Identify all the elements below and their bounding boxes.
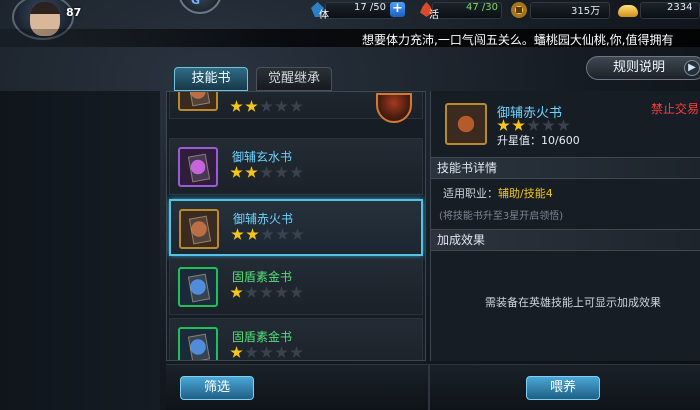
vitality-icon: 活 <box>418 1 439 21</box>
rules-button-label: 规则说明 <box>613 60 666 75</box>
star-icon <box>291 228 304 240</box>
list-item[interactable] <box>169 92 423 123</box>
star-icon <box>260 166 273 178</box>
skill-book-icon <box>178 327 218 360</box>
star-icon <box>275 346 288 358</box>
unlock-hint: (将技能书升至3星开启领悟) <box>439 211 564 222</box>
star-icon <box>275 166 288 178</box>
stamina-icon: 体 <box>309 1 329 21</box>
star-icon <box>245 100 258 112</box>
add-stamina-button[interactable]: + <box>390 2 405 17</box>
star-icon <box>275 100 288 112</box>
tab-awaken-inherit[interactable]: 觉醒继承 <box>256 67 332 91</box>
applicable-job: 适用职业：辅助/技能4 <box>443 185 553 201</box>
list-item-selected[interactable]: 御辅赤火书 <box>169 199 423 256</box>
skill-book-icon <box>178 267 218 307</box>
star-icon <box>230 100 243 112</box>
star-icon <box>260 100 273 112</box>
left-gutter <box>0 91 160 410</box>
skill-book-list[interactable]: 御辅玄水书 御辅赤火书 固盾素金书 固盾素金书 <box>166 91 426 361</box>
skill-book-icon <box>178 147 218 187</box>
job-value: 辅助/技能4 <box>498 187 553 200</box>
top-bar: 87 G 体 17 /50 + 活 47 /30 315万 2334 <box>0 0 700 40</box>
equipped-orb-icon <box>376 93 412 123</box>
star-progress: 升星值：10/600 <box>497 134 580 147</box>
star-icon <box>230 166 243 178</box>
rules-button[interactable]: 规则说明 ▶ <box>586 56 700 80</box>
star-icon <box>231 228 244 240</box>
star-icon <box>260 346 273 358</box>
star-icon <box>290 286 303 298</box>
list-item[interactable]: 固盾素金书 <box>169 318 423 360</box>
tab-skill-books[interactable]: 技能书 <box>174 67 248 91</box>
book-name: 御辅赤火书 <box>233 212 294 226</box>
star-icon <box>230 286 243 298</box>
star-icon <box>245 286 258 298</box>
player-level: 87 <box>66 6 82 19</box>
announcement-text: 想要体力充沛,一口气闯五关么。蟠桃园大仙桃,你,值得拥有 <box>362 33 674 47</box>
section-header-bonus: 加成效果 <box>431 229 700 251</box>
star-icon <box>246 228 259 240</box>
stamina-value: 17 /50 <box>354 2 386 13</box>
selected-book-name: 御辅赤火书 <box>497 106 563 121</box>
gold-coin-icon <box>510 1 528 19</box>
announcement-marquee: 想要体力充沛,一口气闯五关么。蟠桃园大仙桃,你,值得拥有 <box>0 29 700 47</box>
star-icon <box>290 166 303 178</box>
divider <box>428 365 430 410</box>
filter-button[interactable]: 筛选 <box>180 376 254 400</box>
corner-emblem-icon[interactable]: G <box>178 0 222 14</box>
selected-book-icon <box>445 103 487 145</box>
book-name: 固盾素金书 <box>232 330 293 344</box>
star-icon <box>245 346 258 358</box>
trade-status-label: 禁止交易 <box>651 102 700 116</box>
gold-ingot-icon <box>618 1 638 19</box>
book-name: 固盾素金书 <box>232 270 293 284</box>
bonus-empty-message: 需装备在英雄技能上可显示加成效果 <box>485 296 661 309</box>
star-icon <box>276 228 289 240</box>
book-name: 御辅玄水书 <box>232 150 293 164</box>
star-icon <box>260 286 273 298</box>
section-header-details: 技能书详情 <box>431 157 700 179</box>
skill-book-icon <box>178 92 218 111</box>
skill-book-icon <box>179 209 219 249</box>
feed-button[interactable]: 喂养 <box>526 376 600 400</box>
star-icon <box>245 166 258 178</box>
skill-book-detail-panel: 御辅赤火书 升星值：10/600 禁止交易 技能书详情 适用职业：辅助/技能4 … <box>430 91 700 361</box>
star-icon <box>290 346 303 358</box>
bottom-action-bar: 筛选 喂养 <box>166 364 700 410</box>
list-item[interactable]: 御辅玄水书 <box>169 138 423 195</box>
job-label: 适用职业： <box>443 187 498 200</box>
ingot-value: 2334 <box>667 2 693 13</box>
star-icon <box>261 228 274 240</box>
gold-value: 315万 <box>571 6 601 17</box>
vitality-value: 47 /30 <box>466 2 498 13</box>
star-icon <box>290 100 303 112</box>
star-icon <box>275 286 288 298</box>
list-item[interactable]: 固盾素金书 <box>169 258 423 315</box>
chevron-right-icon: ▶ <box>684 60 700 76</box>
star-icon <box>230 346 243 358</box>
